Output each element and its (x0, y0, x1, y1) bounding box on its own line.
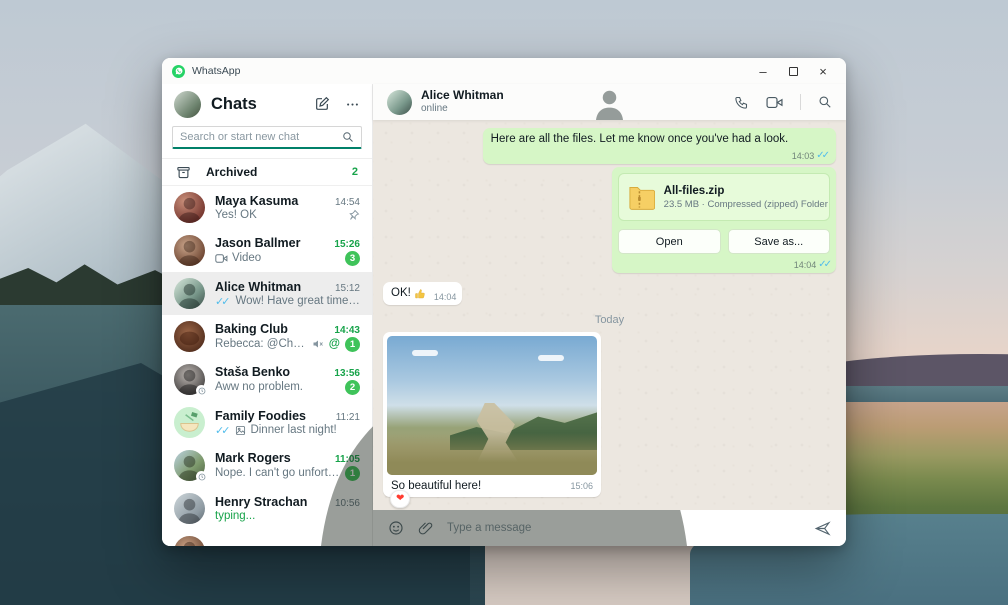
file-meta: 23.5 MB · Compressed (zipped) Folder (664, 199, 820, 210)
message-outgoing-file[interactable]: All-files.zip 23.5 MB · Compressed (zipp… (612, 167, 836, 273)
message-incoming-ok[interactable]: OK! 14:04 (383, 282, 462, 305)
file-name: All-files.zip (664, 185, 820, 197)
whatsapp-window: WhatsApp – × Chats (162, 58, 846, 546)
message-incoming-photo[interactable]: So beautiful here! 15:06 ❤ (383, 332, 601, 497)
zip-folder-icon (628, 182, 655, 212)
message-area: Here are all the files. Let me know once… (373, 120, 846, 510)
heart-reaction[interactable]: ❤ (390, 490, 410, 508)
avatar (174, 321, 205, 352)
photo-attachment[interactable] (387, 336, 597, 475)
sidebar-header: Chats (162, 84, 372, 124)
read-ticks-icon: ✓✓ (818, 259, 832, 270)
read-ticks-icon: ✓✓ (816, 150, 830, 161)
avatar (174, 235, 205, 266)
photo-cloud (538, 355, 564, 361)
message-time: 14:03 (792, 151, 815, 161)
status-clock-badge (196, 385, 207, 396)
day-divider: Today (595, 314, 624, 326)
status-clock-badge (196, 471, 207, 482)
file-attachment-card[interactable]: All-files.zip 23.5 MB · Compressed (zipp… (618, 173, 830, 221)
message-text: OK! (391, 287, 411, 299)
sidebar: Chats (162, 84, 373, 546)
photo-caption: So beautiful here! (391, 480, 570, 492)
message-time: 15:06 (570, 481, 593, 491)
avatar (174, 192, 205, 223)
message-outgoing-text[interactable]: Here are all the files. Let me know once… (483, 128, 836, 164)
avatar (174, 278, 205, 309)
my-profile-avatar[interactable] (174, 91, 201, 118)
contact-avatar[interactable] (387, 90, 412, 115)
avatar (174, 407, 205, 438)
thumbs-up-icon (414, 288, 426, 300)
save-as-button[interactable]: Save as... (728, 229, 831, 254)
message-text: Here are all the files. Let me know once… (491, 133, 789, 145)
conversation-pane: Alice Whitman online Here are all the fi… (373, 84, 846, 546)
food-bowl-icon (174, 407, 205, 438)
conversation-header[interactable]: Alice Whitman online (373, 84, 846, 120)
message-time: 14:04 (434, 292, 457, 302)
open-file-button[interactable]: Open (618, 229, 721, 254)
photo-grass (387, 433, 597, 475)
avatar (174, 493, 205, 524)
message-time: 14:04 (794, 260, 817, 270)
photo-cloud (412, 350, 438, 356)
avatar (174, 450, 205, 481)
avatar (174, 364, 205, 395)
avatar (174, 536, 205, 546)
app-body: Chats (162, 84, 846, 546)
